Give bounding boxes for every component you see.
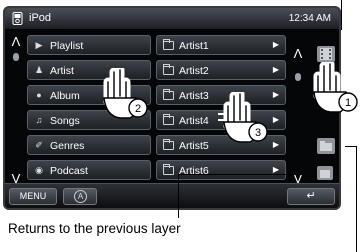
category-genres[interactable]: ✐ Genres <box>27 135 151 155</box>
open-arrow-icon[interactable]: ▶ <box>273 40 279 49</box>
callout-line <box>178 174 179 218</box>
open-arrow-icon[interactable]: ▶ <box>273 65 279 74</box>
category-label: Genres <box>50 140 85 152</box>
list-item[interactable]: Artist6 ▶ <box>156 160 286 180</box>
menu-button[interactable]: MENU <box>9 188 57 205</box>
folder-icon <box>163 89 174 100</box>
item-label: Artist6 <box>179 165 209 177</box>
genres-icon: ✐ <box>35 140 43 150</box>
bottom-bar: MENU A ↵ <box>5 183 339 208</box>
alphabet-search-button[interactable]: A <box>63 188 97 205</box>
category-page-up-button[interactable]: Λ <box>8 35 24 49</box>
callout-line <box>356 146 357 252</box>
return-button[interactable]: ↵ <box>287 188 335 205</box>
album-icon: ● <box>36 90 42 100</box>
category-label: Playlist <box>50 40 84 52</box>
songs-icon: ♫ <box>35 115 43 125</box>
item-scroll: Λ V <box>290 33 306 187</box>
ipod-browse-screen: iPod 12:34 AM Λ V ▶ Playlist ♟ Artist ● … <box>3 6 341 210</box>
clock: 12:34 AM <box>288 13 331 24</box>
tap-hand-icon-1: 1 <box>313 62 358 113</box>
category-label: Artist <box>50 65 74 77</box>
category-label: Podcast <box>50 165 88 177</box>
folder-icon <box>163 164 174 175</box>
top-layer-icon[interactable] <box>317 138 335 154</box>
artist-icon: ♟ <box>34 65 44 75</box>
step-number: 2 <box>135 103 141 115</box>
folder-icon <box>163 64 174 75</box>
previous-layer-icon[interactable] <box>317 166 333 180</box>
tap-hand-icon-2: 2 <box>103 68 148 119</box>
item-label: Artist3 <box>179 90 209 102</box>
folder-up-icon <box>320 141 332 151</box>
category-scroll-thumb[interactable] <box>13 53 19 61</box>
list-item[interactable]: Artist1 ▶ <box>156 35 286 55</box>
category-label: Album <box>50 90 80 102</box>
podcast-icon: ◉ <box>35 165 43 175</box>
category-playlist[interactable]: ▶ Playlist <box>27 35 151 55</box>
playlist-icon: ▶ <box>35 40 43 50</box>
source-title: iPod <box>29 12 52 24</box>
film-icon <box>320 48 332 60</box>
category-scroll: Λ V <box>8 33 24 187</box>
item-label: Artist5 <box>179 140 209 152</box>
callout-line <box>178 174 306 175</box>
title-bar: iPod 12:34 AM <box>5 8 339 30</box>
alphabet-search-icon: A <box>74 190 87 203</box>
swipe-hand-icon-3: 3 <box>218 92 268 143</box>
folder-icon <box>163 114 174 125</box>
list-item[interactable]: Artist2 ▶ <box>156 60 286 80</box>
item-label: Artist1 <box>179 40 209 52</box>
category-label: Songs <box>50 115 80 127</box>
item-label: Artist2 <box>179 65 209 77</box>
ipod-icon <box>12 12 23 25</box>
step-number: 1 <box>345 97 351 109</box>
item-page-up-button[interactable]: Λ <box>290 47 306 61</box>
folder-back-icon <box>320 170 330 178</box>
step-number: 3 <box>255 127 261 139</box>
category-podcast[interactable]: ◉ Podcast <box>27 160 151 180</box>
item-label: Artist4 <box>179 115 209 127</box>
open-arrow-icon[interactable]: ▶ <box>273 165 279 174</box>
folder-icon <box>163 39 174 50</box>
video-list-icon[interactable] <box>317 46 335 62</box>
item-scroll-thumb[interactable] <box>295 73 301 81</box>
callout-line <box>341 0 342 30</box>
caption: Returns to the previous layer <box>8 221 181 236</box>
folder-icon <box>163 139 174 150</box>
